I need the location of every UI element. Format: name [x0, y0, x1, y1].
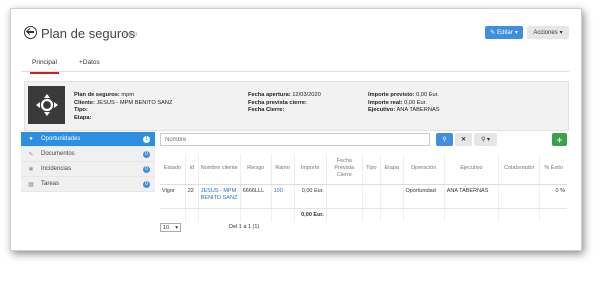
zoom-icon: ⚲ ▾ [480, 137, 491, 143]
table-header-row: Estado Id Nombre cliente Riesgo Ramo Imp… [160, 154, 567, 185]
advanced-search-button[interactable]: ⚲ ▾ [474, 133, 497, 146]
cell-operacion: Oportunidad [403, 184, 445, 209]
cell-cliente-link[interactable]: JESUS - MPM BENITO SANZ [198, 184, 241, 209]
wrench-icon: ✱ [28, 166, 34, 173]
chevron-down-icon: ▾ [514, 30, 518, 36]
expected-amount-value: 0,00 Eur. [416, 92, 439, 98]
col-header[interactable]: Fecha Prevista Cierre [326, 154, 363, 185]
chevron-down-icon: ▾ [559, 30, 563, 36]
cell-riesgo: 6666LLL [240, 184, 272, 209]
pagination-summary: Del 1 a 1 (1) [229, 224, 260, 230]
summary-panel: Plan de seguros: mpm Cliente: JESUS - MP… [24, 81, 569, 131]
crosshair-icon [35, 94, 58, 116]
real-amount-value: 0,00 Eur. [404, 99, 427, 106]
info-column-2: Fecha apertura: 12/03/2020 Fecha previst… [248, 92, 321, 114]
cell-importe: 0,00 Eur. [294, 184, 327, 209]
col-header[interactable]: Importe [294, 154, 327, 185]
page-title: Plan de seguros [41, 26, 135, 41]
page-subtitle: mpm [124, 32, 138, 38]
table-row[interactable]: Vigor 22 JESUS - MPM BENITO SANZ 6666LLL… [160, 184, 567, 209]
col-header[interactable]: Estado [160, 154, 186, 185]
col-header[interactable]: Ejecutivo [444, 154, 500, 185]
close-icon: ✕ [460, 137, 467, 143]
cell-id: 22 [185, 184, 199, 209]
search-icon: ⚲ [442, 137, 447, 143]
cell-ramo[interactable]: 100 [271, 184, 295, 209]
client-value: JESUS - MPM BENITO SANZ [96, 99, 173, 106]
tab-bar: Principal +Datos [21, 52, 569, 74]
sidebar-item-tareas[interactable]: ▦ Tareas 0 [21, 177, 155, 192]
col-header[interactable]: Ramo [271, 154, 295, 185]
count-badge: 0 [143, 180, 150, 188]
chevron-down-icon: ▾ [175, 224, 178, 231]
info-column-3: Importe previsto: 0,00 Eur. Importe real… [368, 92, 440, 114]
executive-value: ANA TABERNAS [396, 107, 440, 114]
back-arrow-icon[interactable] [24, 26, 37, 39]
cell-estado: Vigor [160, 184, 186, 209]
col-header[interactable]: % Éxito [539, 154, 567, 185]
col-header[interactable]: Riesgo [240, 154, 272, 185]
edit-button[interactable]: ✎ Editar ▾ [485, 26, 523, 39]
cell-colaborador [498, 184, 541, 209]
sidebar: ● Oportunidades 1 ✎ Documentos 0 ✱ Incid… [21, 132, 155, 192]
col-header[interactable]: Id [185, 154, 199, 185]
cell-etapa [380, 184, 404, 209]
open-date-value: 12/03/2020 [292, 92, 321, 98]
paperclip-icon: ✎ [28, 151, 34, 158]
plan-name-value: mpm [121, 92, 135, 98]
total-importe: 0,00 Eur. [294, 208, 327, 222]
add-button[interactable]: + [552, 133, 567, 146]
page-size-select[interactable]: 10 ▾ [160, 223, 181, 232]
calendar-icon: ▦ [28, 181, 34, 188]
cell-fecha [326, 184, 363, 209]
edit-label: Editar [497, 29, 513, 36]
plan-logo [28, 86, 65, 124]
sidebar-item-oportunidades[interactable]: ● Oportunidades 1 [21, 132, 155, 147]
cell-tipo [362, 184, 381, 209]
col-header[interactable]: Colaborador [498, 154, 541, 185]
actions-button[interactable]: Acciones ▾ [527, 26, 569, 39]
search-button[interactable]: ⚲ [436, 133, 453, 146]
sidebar-item-incidencias[interactable]: ✱ Incidencias 0 [21, 162, 155, 177]
tab-datos[interactable]: +Datos [79, 59, 100, 66]
clear-button[interactable]: ✕ [455, 133, 472, 146]
cell-exito: 0 % [539, 184, 567, 209]
sidebar-item-documentos[interactable]: ✎ Documentos 0 [21, 147, 155, 162]
col-header[interactable]: Tipo [362, 154, 381, 185]
count-badge: 0 [143, 165, 150, 173]
plus-icon: + [556, 134, 563, 145]
count-badge: 1 [143, 135, 150, 143]
circle-icon: ● [29, 136, 33, 142]
info-column-1: Plan de seguros: mpm Cliente: JESUS - MP… [74, 92, 173, 121]
opportunities-table: Estado Id Nombre cliente Riesgo Ramo Imp… [160, 154, 567, 222]
actions-label: Acciones [533, 29, 558, 36]
tab-principal[interactable]: Principal [30, 59, 59, 74]
search-input[interactable] [160, 133, 430, 146]
col-header[interactable]: Operación [403, 154, 445, 185]
col-header[interactable]: Nombre cliente [198, 154, 241, 185]
pencil-icon: ✎ [490, 30, 496, 36]
cell-ejecutivo: ANA TABERNAS [444, 184, 500, 209]
table-total-row: 0,00 Eur. [160, 208, 567, 222]
count-badge: 0 [143, 150, 150, 158]
col-header[interactable]: Etapa [380, 154, 404, 185]
